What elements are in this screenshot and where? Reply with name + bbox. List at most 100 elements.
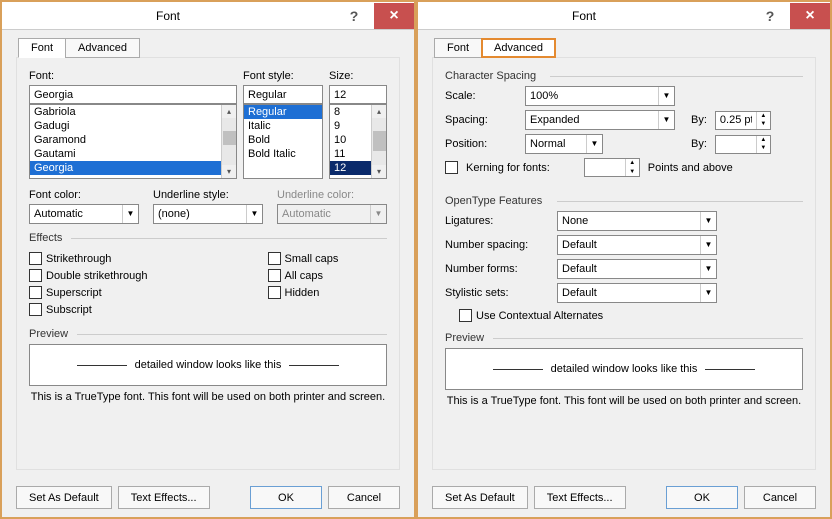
cancel-button[interactable]: Cancel — [744, 486, 816, 509]
checkbox-subscript[interactable] — [29, 303, 42, 316]
checkbox-superscript[interactable] — [29, 286, 42, 299]
underline-style-combo[interactable]: (none)▼ — [153, 204, 263, 224]
checkbox-kerning[interactable] — [445, 161, 458, 174]
preview-desc: This is a TrueType font. This font will … — [445, 395, 803, 407]
scrollbar[interactable]: ▴▾ — [371, 105, 386, 178]
tab-advanced[interactable]: Advanced — [481, 38, 556, 58]
position-by-spinner[interactable]: ▲▼ — [715, 135, 771, 154]
effect-label: Strikethrough — [46, 253, 111, 265]
font-input[interactable] — [29, 85, 237, 104]
font-listbox[interactable]: Gabriola Gadugi Garamond Gautami Georgia… — [29, 104, 237, 179]
numspacing-label: Number spacing: — [445, 239, 549, 251]
chevron-down-icon: ▼ — [700, 260, 716, 278]
style-label: Font style: — [243, 70, 323, 82]
tab-font[interactable]: Font — [18, 38, 66, 58]
spacing-by-spinner[interactable]: ▲▼ — [715, 111, 771, 130]
contextual-label: Use Contextual Alternates — [476, 310, 603, 322]
font-color-combo[interactable]: Automatic▼ — [29, 204, 139, 224]
preview-label: Preview — [445, 332, 803, 344]
preview-desc: This is a TrueType font. This font will … — [29, 391, 387, 403]
text-effects-button[interactable]: Text Effects... — [118, 486, 210, 509]
help-icon[interactable]: ? — [750, 3, 790, 29]
text-effects-button[interactable]: Text Effects... — [534, 486, 626, 509]
kerning-label: Kerning for fonts: — [466, 162, 550, 174]
size-listbox[interactable]: 8 9 10 11 12 ▴▾ — [329, 104, 387, 179]
checkbox-hidden[interactable] — [268, 286, 281, 299]
checkbox-strikethrough[interactable] — [29, 252, 42, 265]
spin-down-icon[interactable]: ▼ — [757, 120, 770, 129]
style-listbox[interactable]: Regular Italic Bold Bold Italic — [243, 104, 323, 179]
set-default-button[interactable]: Set As Default — [432, 486, 528, 509]
stylistic-combo[interactable]: Default▼ — [557, 283, 717, 303]
checkbox-all-caps[interactable] — [268, 269, 281, 282]
checkbox-double-strikethrough[interactable] — [29, 269, 42, 282]
list-item[interactable]: Bold — [244, 133, 322, 147]
font-dialog-right: Font ? × Font Advanced Character Spacing… — [416, 0, 832, 519]
underline-color-label: Underline color: — [277, 189, 387, 201]
list-item[interactable]: Regular — [244, 105, 322, 119]
ok-button[interactable]: OK — [250, 486, 322, 509]
chevron-down-icon: ▼ — [246, 205, 262, 223]
chevron-down-icon: ▼ — [586, 135, 602, 153]
tabstrip: Font Advanced — [432, 38, 816, 58]
list-item[interactable]: Gadugi — [30, 119, 236, 133]
checkbox-small-caps[interactable] — [268, 252, 281, 265]
checkbox-contextual[interactable] — [459, 309, 472, 322]
list-item[interactable]: Gautami — [30, 147, 236, 161]
list-item[interactable]: Bold Italic — [244, 147, 322, 161]
size-input[interactable] — [329, 85, 387, 104]
spin-down-icon[interactable]: ▼ — [626, 168, 639, 177]
char-spacing-label: Character Spacing — [445, 70, 803, 82]
tab-font[interactable]: Font — [434, 38, 482, 58]
preview-box: detailed window looks like this — [29, 344, 387, 386]
preview-label: Preview — [29, 328, 387, 340]
font-label: Font: — [29, 70, 237, 82]
ok-button[interactable]: OK — [666, 486, 738, 509]
numspacing-combo[interactable]: Default▼ — [557, 235, 717, 255]
list-item[interactable]: Gabriola — [30, 105, 236, 119]
window-title: Font — [2, 9, 334, 23]
chevron-down-icon: ▼ — [700, 236, 716, 254]
numforms-combo[interactable]: Default▼ — [557, 259, 717, 279]
ligatures-label: Ligatures: — [445, 215, 549, 227]
spin-down-icon[interactable]: ▼ — [757, 144, 770, 153]
style-input[interactable] — [243, 85, 323, 104]
effect-label: Subscript — [46, 304, 92, 316]
effect-label: Small caps — [285, 253, 339, 265]
scale-label: Scale: — [445, 90, 517, 102]
spacing-combo[interactable]: Expanded▼ — [525, 110, 675, 130]
underline-style-label: Underline style: — [153, 189, 263, 201]
list-item[interactable]: Georgia — [30, 161, 236, 175]
spin-up-icon[interactable]: ▲ — [757, 136, 770, 145]
chevron-down-icon: ▼ — [658, 87, 674, 105]
cancel-button[interactable]: Cancel — [328, 486, 400, 509]
list-item[interactable]: Garamond — [30, 133, 236, 147]
chevron-down-icon: ▼ — [122, 205, 138, 223]
set-default-button[interactable]: Set As Default — [16, 486, 112, 509]
list-item[interactable]: Italic — [244, 119, 322, 133]
effects-label: Effects — [29, 232, 387, 244]
effect-label: Double strikethrough — [46, 270, 148, 282]
scale-combo[interactable]: 100%▼ — [525, 86, 675, 106]
chevron-down-icon: ▼ — [658, 111, 674, 129]
spin-up-icon[interactable]: ▲ — [626, 159, 639, 168]
font-dialog-left: Font ? × Font Advanced Font: Gabriola Ga… — [0, 0, 416, 519]
close-icon[interactable]: × — [790, 3, 830, 29]
stylistic-label: Stylistic sets: — [445, 287, 549, 299]
font-color-label: Font color: — [29, 189, 139, 201]
tab-advanced[interactable]: Advanced — [65, 38, 140, 58]
tabstrip: Font Advanced — [16, 38, 400, 58]
by-label: By: — [691, 114, 707, 126]
kerning-unit: Points and above — [648, 162, 733, 174]
opentype-label: OpenType Features — [445, 195, 803, 207]
position-label: Position: — [445, 138, 517, 150]
close-icon[interactable]: × — [374, 3, 414, 29]
ligatures-combo[interactable]: None▼ — [557, 211, 717, 231]
scrollbar[interactable]: ▴▾ — [221, 105, 236, 178]
kerning-spinner[interactable]: ▲▼ — [584, 158, 640, 177]
chevron-down-icon: ▼ — [700, 284, 716, 302]
help-icon[interactable]: ? — [334, 3, 374, 29]
position-combo[interactable]: Normal▼ — [525, 134, 603, 154]
spin-up-icon[interactable]: ▲ — [757, 112, 770, 121]
size-label: Size: — [329, 70, 387, 82]
